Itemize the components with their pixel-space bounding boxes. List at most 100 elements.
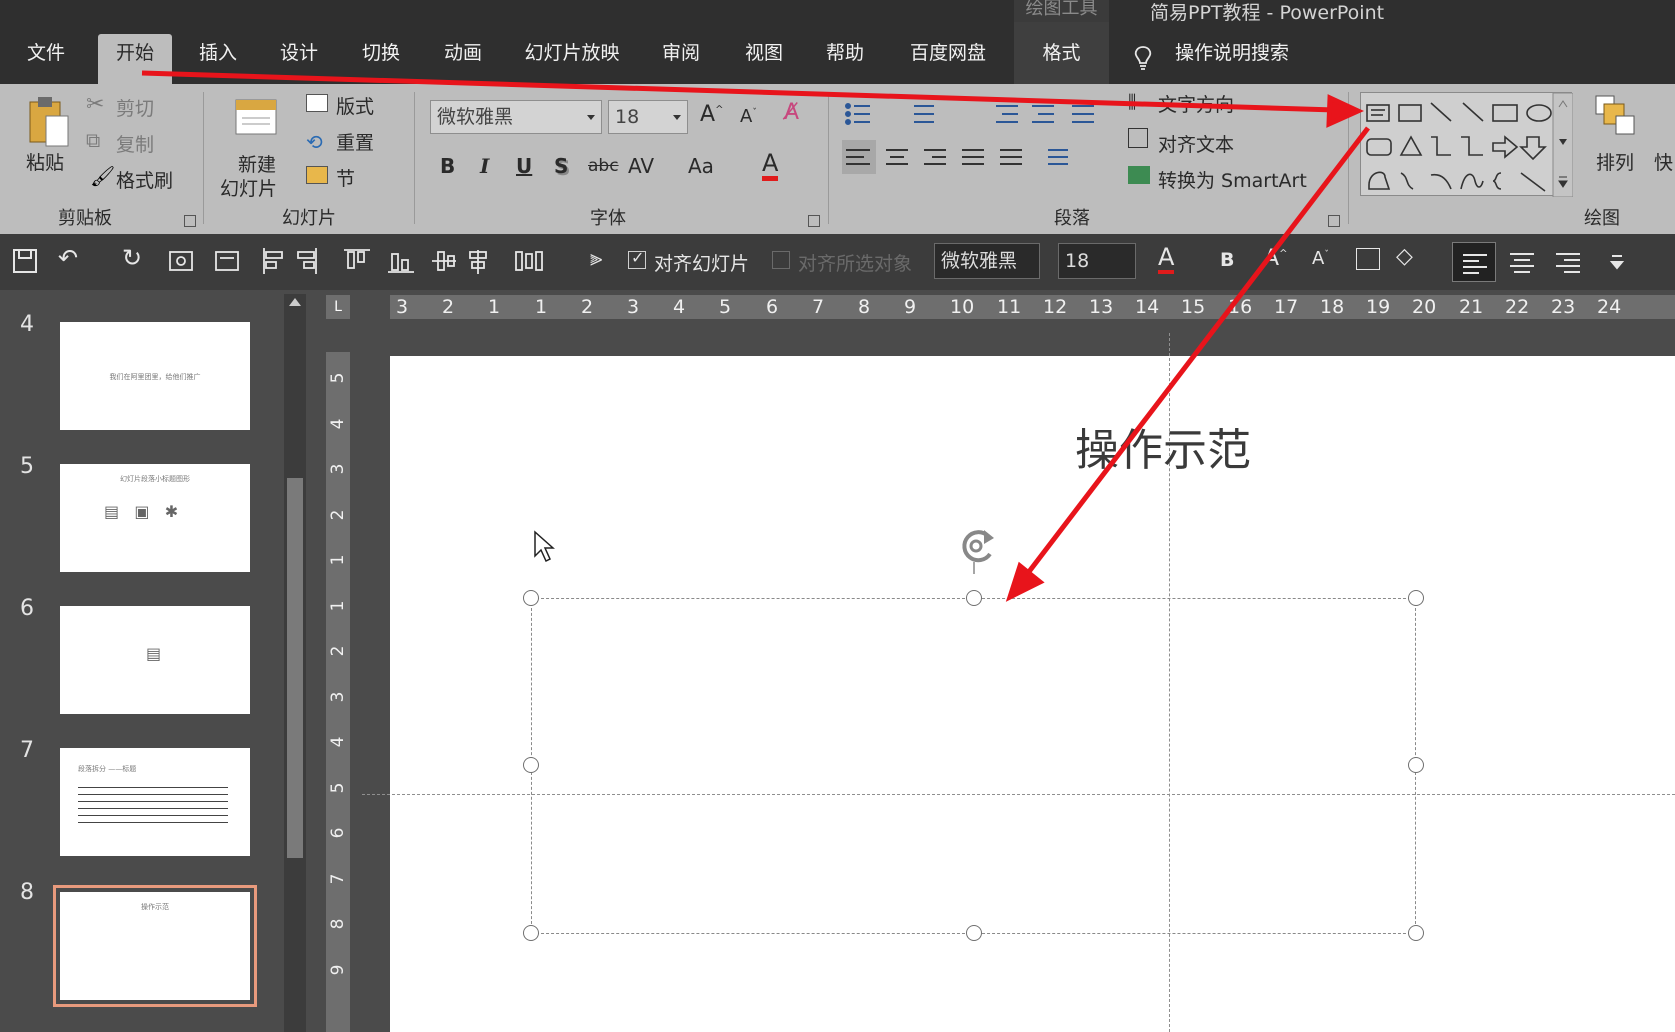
underline-button[interactable]: U — [516, 154, 532, 178]
clear-format-icon[interactable]: A̸ — [784, 100, 799, 125]
paragraph-buttons[interactable] — [842, 102, 1122, 202]
slide-number: 7 — [20, 738, 34, 763]
ruler-mark: 3 — [627, 296, 640, 318]
paragraph-launcher[interactable] — [1328, 215, 1340, 227]
tab-transitions[interactable]: 切换 — [350, 22, 412, 84]
resize-handle-s[interactable] — [966, 925, 982, 941]
slide-number: 4 — [20, 312, 34, 337]
qat-bold-button[interactable]: B — [1220, 249, 1234, 271]
ruler-mark: 20 — [1412, 296, 1437, 318]
qat-font-size[interactable]: 18 — [1058, 243, 1136, 279]
new-slide-label-2[interactable]: 幻灯片 — [220, 174, 277, 201]
ruler-mark: 17 — [1274, 296, 1299, 318]
shapes-icons[interactable] — [1361, 92, 1574, 198]
rotate-handle-icon[interactable] — [958, 526, 1002, 574]
resize-handle-n[interactable] — [966, 590, 982, 606]
format-painter-button[interactable]: 格式刷 — [116, 166, 173, 193]
redo-icon[interactable]: ↻ — [122, 244, 142, 272]
bold-button[interactable]: B — [440, 154, 455, 178]
tab-animations[interactable]: 动画 — [432, 22, 494, 84]
qat-grow-font-icon[interactable]: A^ — [1264, 246, 1287, 271]
layout-button[interactable]: 版式 — [336, 92, 374, 119]
resize-handle-se[interactable] — [1408, 925, 1424, 941]
font-launcher[interactable] — [808, 215, 820, 227]
text-direction-button[interactable]: 文字方向 — [1158, 90, 1234, 117]
qat-shrink-font-icon[interactable]: Aˇ — [1312, 248, 1329, 269]
shapes-gallery[interactable] — [1360, 92, 1574, 198]
grow-font-icon[interactable]: A^ — [700, 102, 723, 127]
cut-button[interactable]: 剪切 — [116, 94, 154, 121]
arrange-button[interactable]: 排列 — [1596, 148, 1634, 175]
italic-button[interactable]: I — [480, 154, 489, 178]
reset-button[interactable]: 重置 — [336, 128, 374, 155]
tab-file[interactable]: 文件 — [16, 22, 76, 84]
shadow-button[interactable]: S — [554, 154, 568, 178]
undo-icon[interactable]: ↶ — [58, 244, 78, 272]
selected-shape[interactable] — [531, 598, 1416, 934]
slide-thumbnail[interactable]: 段落拆分 ——标题 — [60, 748, 250, 856]
align-text-button[interactable]: 对齐文本 — [1158, 130, 1234, 157]
smartart-button[interactable]: 转换为 SmartArt — [1158, 166, 1307, 193]
font-name-select[interactable]: 微软雅黑 — [430, 100, 602, 134]
new-slide-label-1[interactable]: 新建 — [238, 150, 276, 177]
paste-icon[interactable] — [26, 94, 72, 150]
tab-selector[interactable]: L — [326, 295, 350, 319]
group-font: 字体 — [590, 208, 626, 229]
slide-number: 8 — [20, 880, 34, 905]
align-selected-checkbox[interactable] — [772, 251, 790, 269]
resize-handle-nw[interactable] — [523, 590, 539, 606]
save-icon[interactable] — [12, 248, 38, 274]
change-case-button[interactable]: Aa — [688, 154, 714, 178]
qat-align-left-button[interactable] — [1452, 242, 1496, 282]
section-button[interactable]: 节 — [336, 164, 355, 191]
group-drawing: 绘图 — [1584, 208, 1620, 229]
new-slide-icon[interactable] — [234, 94, 280, 138]
resize-handle-ne[interactable] — [1408, 590, 1424, 606]
scrollbar-thumb[interactable] — [287, 478, 303, 858]
distribute-icon[interactable]: ⫸ — [590, 246, 602, 271]
tab-format[interactable]: 格式 — [1014, 22, 1109, 84]
tab-view[interactable]: 视图 — [732, 22, 796, 84]
ruler-mark: 2 — [442, 296, 455, 318]
qat-font-name[interactable]: 微软雅黑 — [934, 243, 1040, 279]
slide-thumbnail-selected[interactable]: 操作示范 — [53, 885, 257, 1007]
font-size-select[interactable]: 18 — [608, 100, 688, 134]
tell-me-search[interactable]: 操作说明搜索 — [1175, 22, 1289, 84]
clipboard-launcher[interactable] — [184, 215, 196, 227]
character-spacing-button[interactable]: AV — [628, 154, 654, 178]
resize-handle-sw[interactable] — [523, 925, 539, 941]
slide-thumbnail[interactable]: 我们在阿里团里，给他们推广 — [60, 322, 250, 430]
align-tools-icons[interactable] — [166, 246, 566, 276]
ruler-mark: 9 — [328, 964, 348, 976]
align-to-slide-label: 对齐幻灯片 — [654, 253, 750, 275]
copy-button[interactable]: 复制 — [116, 130, 154, 157]
font-color-button[interactable]: A — [762, 150, 779, 181]
resize-handle-e[interactable] — [1408, 757, 1424, 773]
tab-review[interactable]: 审阅 — [650, 22, 712, 84]
strikethrough-button[interactable]: abc — [588, 156, 619, 176]
qat-font-color-icon[interactable]: A — [1158, 244, 1175, 274]
panel-scrollbar[interactable] — [284, 294, 306, 1032]
shrink-font-icon[interactable]: Aˇ — [740, 106, 757, 127]
mouse-cursor-icon — [534, 530, 555, 563]
tab-design[interactable]: 设计 — [268, 22, 330, 84]
arrange-icon[interactable] — [1594, 94, 1640, 140]
tab-home[interactable]: 开始 — [98, 34, 172, 84]
tab-baidu-netdisk[interactable]: 百度网盘 — [898, 22, 998, 84]
slide-thumbnail[interactable]: ▤ — [60, 606, 250, 714]
slide-title[interactable]: 操作示范 — [1075, 414, 1251, 478]
ruler-mark: 1 — [328, 600, 348, 612]
qat-align-icons[interactable] — [1508, 250, 1648, 274]
group-clipboard: 剪贴板 — [58, 208, 112, 229]
tab-help[interactable]: 帮助 — [814, 22, 876, 84]
tab-insert[interactable]: 插入 — [186, 22, 250, 84]
quick-styles-button[interactable]: 快 — [1654, 148, 1673, 175]
slide-thumbnail[interactable]: 幻灯片段落小标题图形 ▤ ▣ ✱ — [60, 464, 250, 572]
align-to-slide-checkbox[interactable]: ✓ — [628, 248, 646, 269]
scroll-up-icon[interactable] — [289, 298, 301, 306]
tab-slideshow[interactable]: 幻灯片放映 — [516, 22, 628, 84]
resize-handle-w[interactable] — [523, 757, 539, 773]
qat-shape-fill-icon[interactable]: ◇ — [1396, 244, 1413, 269]
qat-textbox-icon[interactable] — [1356, 248, 1380, 270]
paste-label[interactable]: 粘贴 — [26, 148, 64, 175]
